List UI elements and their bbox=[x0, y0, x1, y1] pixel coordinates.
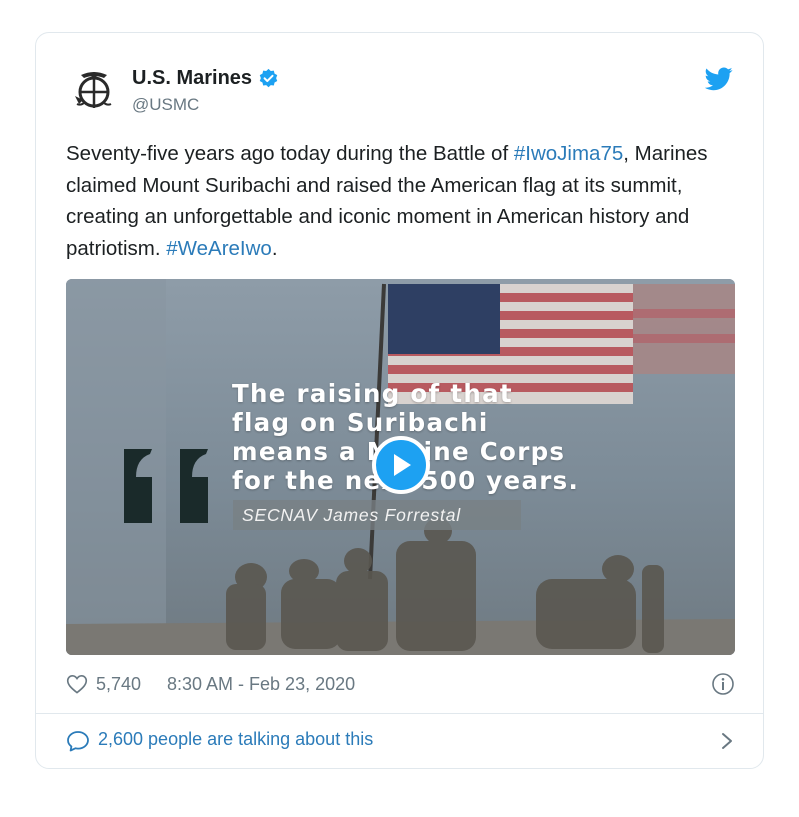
tweet-header: U.S. Marines @USMC bbox=[70, 63, 733, 119]
verified-badge-icon bbox=[259, 68, 278, 88]
quote-line-2: flag on Suribachi bbox=[232, 408, 489, 437]
conversation-link[interactable]: 2,600 people are talking about this bbox=[66, 728, 733, 756]
author-name-row: U.S. Marines bbox=[132, 67, 279, 90]
author-handle[interactable]: @USMC bbox=[132, 95, 199, 115]
author-name[interactable]: U.S. Marines bbox=[132, 67, 252, 90]
like-count[interactable]: 5,740 bbox=[96, 674, 141, 695]
quote-attribution: SECNAV James Forrestal bbox=[233, 500, 521, 530]
heart-icon[interactable] bbox=[66, 674, 88, 694]
info-icon[interactable] bbox=[711, 672, 735, 696]
play-icon bbox=[394, 454, 411, 476]
tweet-timestamp[interactable]: 8:30 AM - Feb 23, 2020 bbox=[167, 674, 355, 695]
quote-line-1: The raising of that bbox=[232, 379, 513, 408]
tweet-text-part1: Seventy-five years ago today during the … bbox=[66, 142, 514, 165]
tweet-text: Seventy-five years ago today during the … bbox=[66, 138, 736, 264]
talking-count-link[interactable]: 2,600 people are talking about this bbox=[98, 729, 373, 750]
usmc-emblem-icon bbox=[75, 72, 112, 108]
twitter-bird-icon[interactable] bbox=[705, 67, 733, 91]
tweet-meta: 5,740 8:30 AM - Feb 23, 2020 bbox=[66, 672, 735, 698]
chevron-right-icon[interactable] bbox=[721, 732, 733, 750]
video-player[interactable]: The raising of that flag on Suribachi me… bbox=[66, 279, 735, 655]
hashtag-iwojima75[interactable]: #IwoJima75 bbox=[514, 142, 623, 165]
hashtag-weareiwo[interactable]: #WeAreIwo bbox=[166, 237, 272, 260]
tweet-text-part3: . bbox=[271, 236, 278, 260]
speech-bubble-icon bbox=[67, 731, 89, 752]
play-button[interactable] bbox=[372, 436, 430, 494]
divider bbox=[36, 713, 763, 714]
avatar[interactable] bbox=[70, 65, 118, 113]
tweet-card: U.S. Marines @USMC Seventy-five years ag… bbox=[35, 32, 764, 769]
